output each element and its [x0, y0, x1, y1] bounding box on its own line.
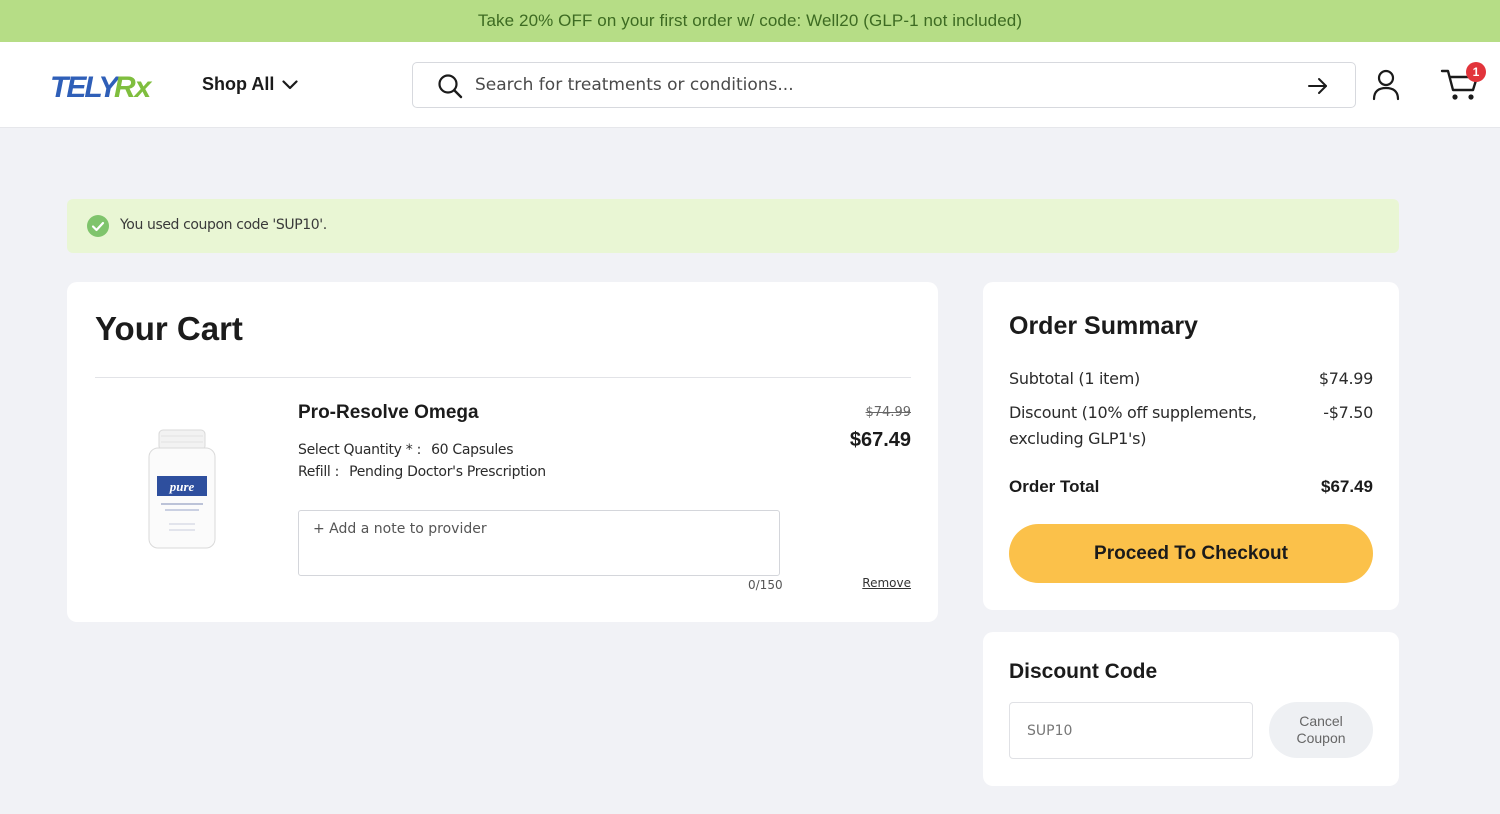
price-current: $67.49	[849, 429, 911, 451]
svg-text:TELY: TELY	[50, 71, 121, 102]
user-icon[interactable]	[1372, 69, 1400, 101]
promo-text: Take 20% OFF on your first order w/ code…	[477, 11, 1023, 30]
discount-value: -$7.50	[1323, 403, 1373, 422]
promo-banner: Take 20% OFF on your first order w/ code…	[0, 0, 1500, 42]
subtotal-value: $74.99	[1318, 369, 1373, 388]
quantity-label: Select Quantity * :	[298, 442, 422, 458]
quantity-line: Select Quantity * : 60 Capsules	[298, 442, 514, 458]
shop-all-menu[interactable]: Shop All	[202, 74, 298, 95]
discount-code-input[interactable]	[1009, 702, 1253, 759]
refill-label: Refill :	[298, 464, 340, 480]
svg-text:Rx: Rx	[114, 71, 153, 102]
price-original: $74.99	[865, 405, 912, 420]
note-char-counter: 0/150	[748, 578, 783, 592]
product-name[interactable]: Pro-Resolve Omega	[298, 402, 479, 424]
cart-panel: Your Cart pure Pro-Resolve Omega Select …	[67, 282, 938, 622]
order-total-label: Order Total	[1009, 477, 1100, 496]
site-header: TELY Rx Shop All 1	[0, 42, 1500, 128]
alert-message: You used coupon code 'SUP10'.	[120, 217, 327, 233]
discount-code-title: Discount Code	[1009, 660, 1158, 683]
cart-title: Your Cart	[95, 310, 243, 347]
order-total-value: $67.49	[1321, 477, 1373, 496]
refill-value: Pending Doctor's Prescription	[349, 464, 546, 480]
subtotal-label: Subtotal (1 item)	[1009, 369, 1140, 388]
check-circle-icon	[87, 215, 109, 237]
subtotal-row: Subtotal (1 item) $74.99	[1009, 366, 1373, 392]
coupon-alert: You used coupon code 'SUP10'.	[67, 199, 1399, 253]
order-summary-panel: Order Summary Subtotal (1 item) $74.99 D…	[983, 282, 1399, 610]
order-total-row: Order Total $67.49	[1009, 474, 1373, 500]
discount-row: Discount (10% off supplements, excluding…	[1009, 400, 1373, 452]
chevron-down-icon	[282, 79, 298, 89]
search-icon[interactable]	[437, 73, 463, 99]
proceed-to-checkout-button[interactable]: Proceed To Checkout	[1009, 524, 1373, 583]
quantity-value: 60 Capsules	[431, 442, 514, 458]
product-image[interactable]: pure	[147, 428, 217, 550]
arrow-right-icon[interactable]	[1307, 75, 1329, 97]
search-input[interactable]	[475, 71, 1295, 99]
cart-count-badge: 1	[1466, 62, 1486, 82]
search-bar[interactable]	[412, 62, 1356, 108]
remove-item-link[interactable]: Remove	[862, 576, 911, 590]
cancel-coupon-button[interactable]: Cancel Coupon	[1269, 702, 1373, 758]
discount-label: Discount (10% off supplements, excluding…	[1009, 403, 1257, 448]
order-summary-title: Order Summary	[1009, 312, 1198, 340]
telyrx-logo[interactable]: TELY Rx	[50, 70, 162, 102]
product-brand-text: pure	[169, 479, 195, 494]
discount-code-panel: Discount Code Cancel Coupon	[983, 632, 1399, 786]
shop-all-label: Shop All	[202, 74, 275, 94]
divider	[95, 377, 911, 378]
refill-line: Refill : Pending Doctor's Prescription	[298, 464, 546, 480]
provider-note-input[interactable]	[298, 510, 780, 576]
